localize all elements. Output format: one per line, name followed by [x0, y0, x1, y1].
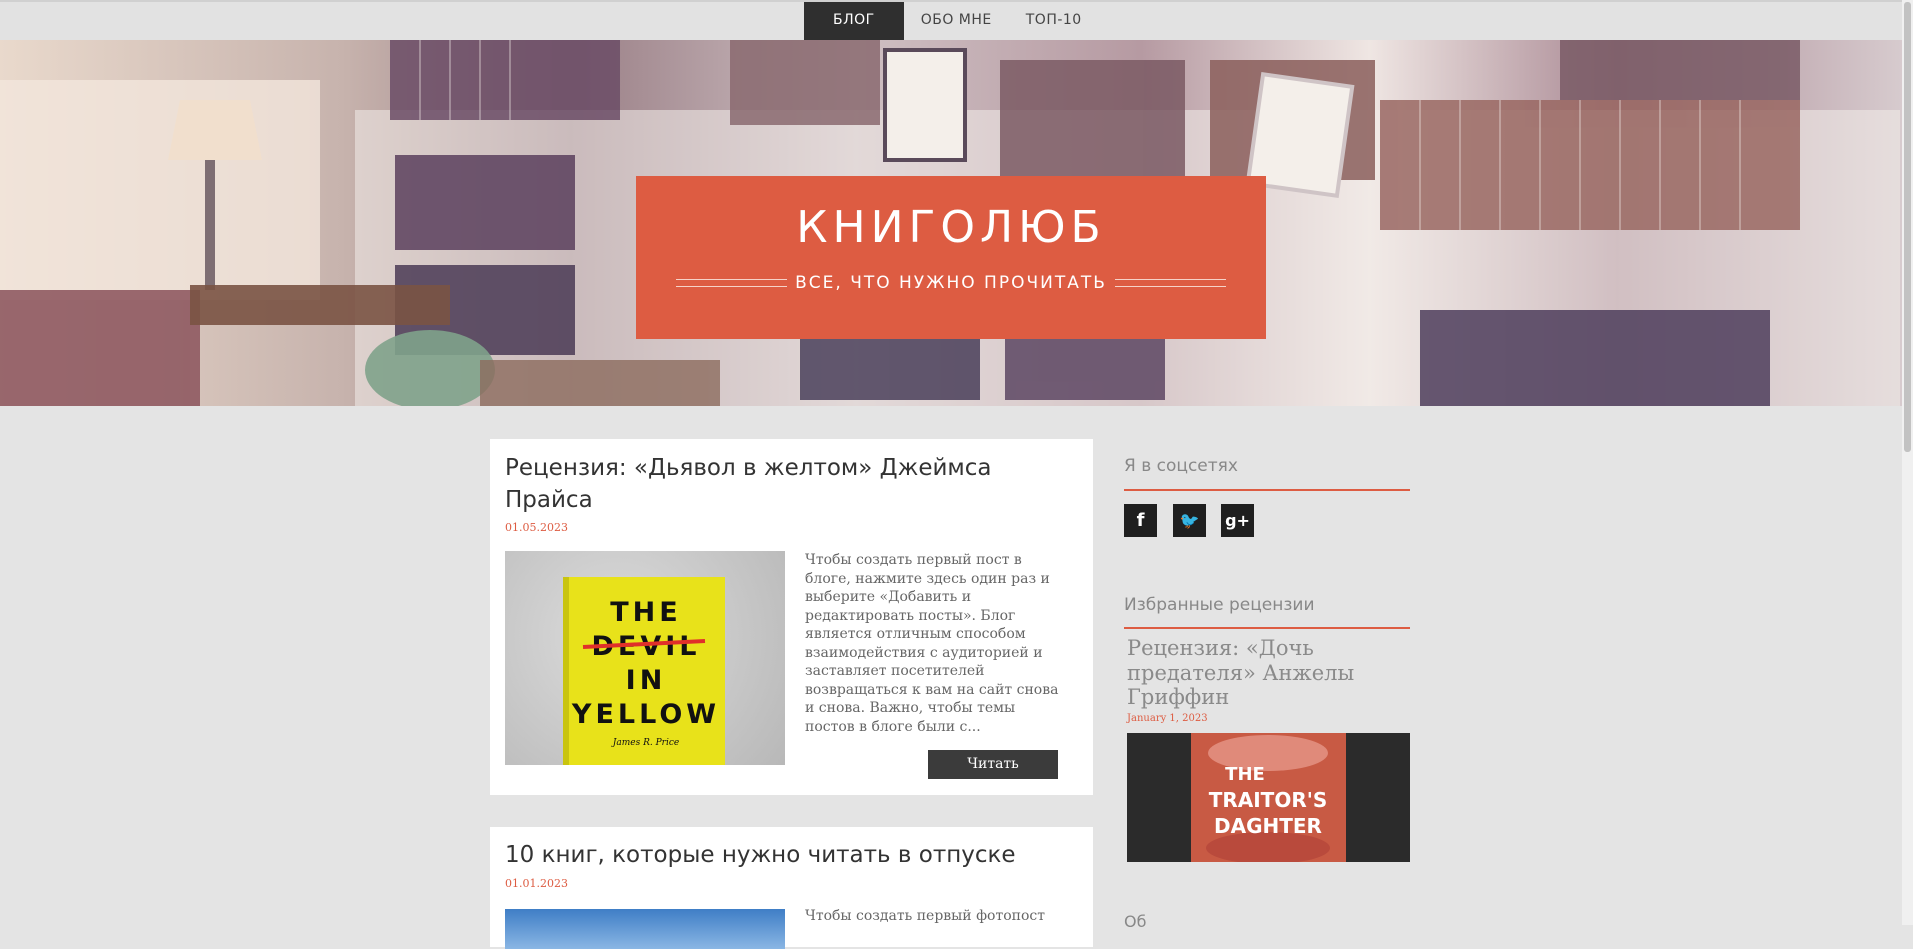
featured-heading-divider [1124, 627, 1410, 629]
featured-cover-line2: TRAITOR'S [1209, 788, 1328, 812]
tagline-divider-right [1114, 279, 1226, 287]
post-cover-image[interactable]: THE DEVIL IN YELLOW James R. Price [505, 551, 785, 765]
featured-post-title[interactable]: Рецензия: «Дочь предателя» Анжелы Гриффи… [1127, 636, 1397, 710]
featured-post-date: January 1, 2023 [1127, 713, 1208, 724]
scrollbar-thumb[interactable] [1904, 2, 1911, 452]
site-title-box: КНИГОЛЮБ ВСЕ, ЧТО НУЖНО ПРОЧИТАТЬ [636, 176, 1266, 339]
hero-banner: КНИГОЛЮБ ВСЕ, ЧТО НУЖНО ПРОЧИТАТЬ [0, 40, 1902, 406]
site-title[interactable]: КНИГОЛЮБ [636, 202, 1266, 253]
nav-item-top10[interactable]: ТОП-10 [1009, 2, 1099, 42]
post-date: 01.05.2023 [505, 521, 568, 534]
top-navigation: БЛОГ ОБО МНЕ ТОП-10 [0, 0, 1913, 42]
google-plus-icon[interactable]: g+ [1221, 504, 1254, 537]
nav-item-blog[interactable]: БЛОГ [804, 2, 904, 42]
next-widget-heading: Об [1124, 912, 1147, 931]
cover-author: James R. Price [611, 738, 679, 748]
blog-post-card: 10 книг, которые нужно читать в отпуске … [490, 827, 1093, 949]
blog-post-card: Рецензия: «Дьявол в желтом» Джеймса Прай… [490, 439, 1093, 795]
cover-line3: IN [626, 665, 667, 696]
post-excerpt: Чтобы создать первый пост в блоге, нажми… [805, 552, 1059, 735]
twitter-icon[interactable]: 🐦 [1173, 504, 1206, 537]
nav-menu: БЛОГ ОБО МНЕ ТОП-10 [804, 2, 1099, 42]
featured-heading: Избранные рецензии [1124, 595, 1315, 615]
nav-item-about[interactable]: ОБО МНЕ [904, 2, 1009, 42]
social-heading-divider [1124, 489, 1410, 491]
tagline-divider-left [676, 279, 788, 287]
cover-line4: YELLOW [571, 699, 720, 730]
post-cover-image[interactable] [505, 909, 785, 949]
facebook-icon[interactable]: f [1124, 504, 1157, 537]
page-scrollbar[interactable] [1902, 0, 1913, 925]
post-excerpt: Чтобы создать первый фотопост [805, 908, 1045, 924]
post-date: 01.01.2023 [505, 877, 568, 890]
cover-line1: THE [610, 597, 681, 628]
featured-cover-line1: THE [1225, 764, 1265, 785]
site-tagline: ВСЕ, ЧТО НУЖНО ПРОЧИТАТЬ [795, 273, 1107, 293]
tagline-row: ВСЕ, ЧТО НУЖНО ПРОЧИТАТЬ [676, 271, 1226, 295]
featured-cover-line3: DAGHTER [1214, 814, 1322, 838]
social-heading: Я в соцсетях [1124, 456, 1238, 476]
post-title[interactable]: 10 книг, которые нужно читать в отпуске [505, 839, 1065, 871]
post-title[interactable]: Рецензия: «Дьявол в желтом» Джеймса Прай… [505, 452, 1065, 516]
featured-cover-image[interactable]: THE TRAITOR'S DAGHTER [1127, 733, 1410, 862]
read-more-button[interactable]: Читать [928, 750, 1058, 779]
